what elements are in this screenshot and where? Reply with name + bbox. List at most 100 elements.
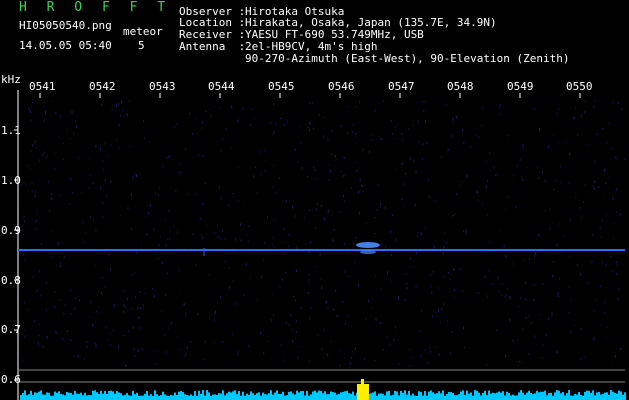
y-tick-label: 0.9	[1, 224, 21, 237]
noise-speck	[349, 362, 351, 365]
noise-speck	[204, 182, 206, 185]
level-bar	[106, 394, 108, 400]
noise-speck	[484, 275, 486, 278]
noise-speck	[575, 107, 576, 110]
noise-speck	[66, 129, 68, 131]
noise-speck	[166, 238, 168, 241]
noise-speck	[110, 267, 112, 271]
noise-speck	[569, 218, 571, 222]
level-bar	[200, 394, 202, 400]
noise-speck	[358, 283, 360, 287]
noise-speck	[83, 240, 85, 244]
noise-speck	[38, 323, 40, 325]
noise-speck	[452, 117, 454, 121]
noise-speck	[213, 231, 215, 234]
noise-speck	[618, 287, 620, 290]
level-bar	[264, 394, 266, 400]
noise-speck	[308, 251, 310, 254]
level-bar	[602, 393, 604, 400]
noise-speck	[380, 138, 382, 141]
level-bar	[498, 391, 500, 400]
noise-speck	[478, 185, 480, 188]
noise-speck	[594, 161, 596, 163]
noise-speck	[453, 214, 455, 217]
noise-speck	[64, 303, 66, 307]
noise-speck	[157, 350, 159, 353]
level-bar	[234, 390, 236, 400]
noise-speck	[323, 117, 325, 119]
noise-speck	[316, 160, 318, 162]
noise-speck	[303, 216, 305, 219]
noise-speck	[121, 100, 123, 104]
noise-speck	[237, 350, 239, 354]
level-bar	[250, 391, 252, 400]
noise-speck	[321, 347, 323, 351]
noise-speck	[615, 156, 617, 159]
noise-speck	[390, 280, 392, 283]
noise-speck	[263, 352, 265, 355]
noise-speck	[551, 274, 553, 278]
noise-speck	[410, 158, 412, 161]
noise-speck	[127, 298, 128, 300]
noise-speck	[281, 277, 283, 281]
noise-speck	[512, 339, 514, 342]
noise-speck	[42, 345, 44, 348]
noise-speck	[173, 225, 175, 227]
level-bar	[26, 395, 28, 400]
noise-speck	[524, 282, 526, 285]
noise-speck	[497, 276, 499, 280]
noise-speck	[344, 323, 346, 326]
noise-speck	[141, 239, 143, 242]
noise-speck	[402, 161, 404, 165]
noise-speck	[34, 320, 35, 322]
noise-speck	[311, 102, 313, 104]
noise-speck	[81, 191, 83, 193]
level-bar	[386, 391, 388, 400]
noise-speck	[383, 100, 385, 102]
y-tick-label: 0.6	[1, 373, 21, 386]
noise-speck	[185, 352, 187, 355]
noise-speck	[454, 296, 456, 299]
noise-speck	[248, 344, 250, 347]
meteor-echo	[360, 250, 376, 254]
noise-speck	[424, 227, 426, 230]
level-bar	[510, 395, 512, 400]
noise-speck	[351, 123, 353, 126]
noise-speck	[429, 346, 431, 348]
x-tick-label: 0549	[507, 80, 534, 93]
noise-speck	[506, 288, 508, 291]
level-bar	[144, 393, 146, 400]
noise-speck	[292, 340, 294, 343]
level-bar	[158, 395, 160, 400]
noise-speck	[66, 333, 68, 335]
level-bar	[624, 392, 626, 400]
x-tick-label: 0550	[566, 80, 593, 93]
noise-speck	[436, 310, 438, 314]
noise-speck	[36, 209, 38, 211]
noise-speck	[402, 138, 404, 142]
noise-speck	[608, 122, 610, 125]
noise-speck	[343, 194, 345, 198]
noise-speck	[320, 278, 322, 280]
noise-speck	[315, 226, 317, 229]
noise-speck	[597, 186, 599, 188]
noise-speck	[503, 244, 505, 248]
noise-speck	[43, 151, 45, 154]
noise-speck	[198, 154, 200, 156]
x-tick-label: 0541	[29, 80, 56, 93]
noise-speck	[481, 125, 483, 127]
noise-speck	[210, 115, 212, 118]
noise-speck	[380, 206, 381, 209]
noise-speck	[323, 328, 325, 332]
noise-speck	[431, 291, 433, 295]
noise-speck	[292, 328, 294, 331]
noise-speck	[291, 205, 293, 209]
noise-speck	[157, 257, 159, 260]
level-bar	[398, 395, 400, 400]
noise-speck	[433, 245, 435, 249]
noise-speck	[308, 278, 310, 281]
level-bar	[118, 392, 120, 400]
noise-speck	[448, 271, 449, 274]
noise-speck	[278, 177, 280, 180]
noise-speck	[501, 294, 503, 296]
